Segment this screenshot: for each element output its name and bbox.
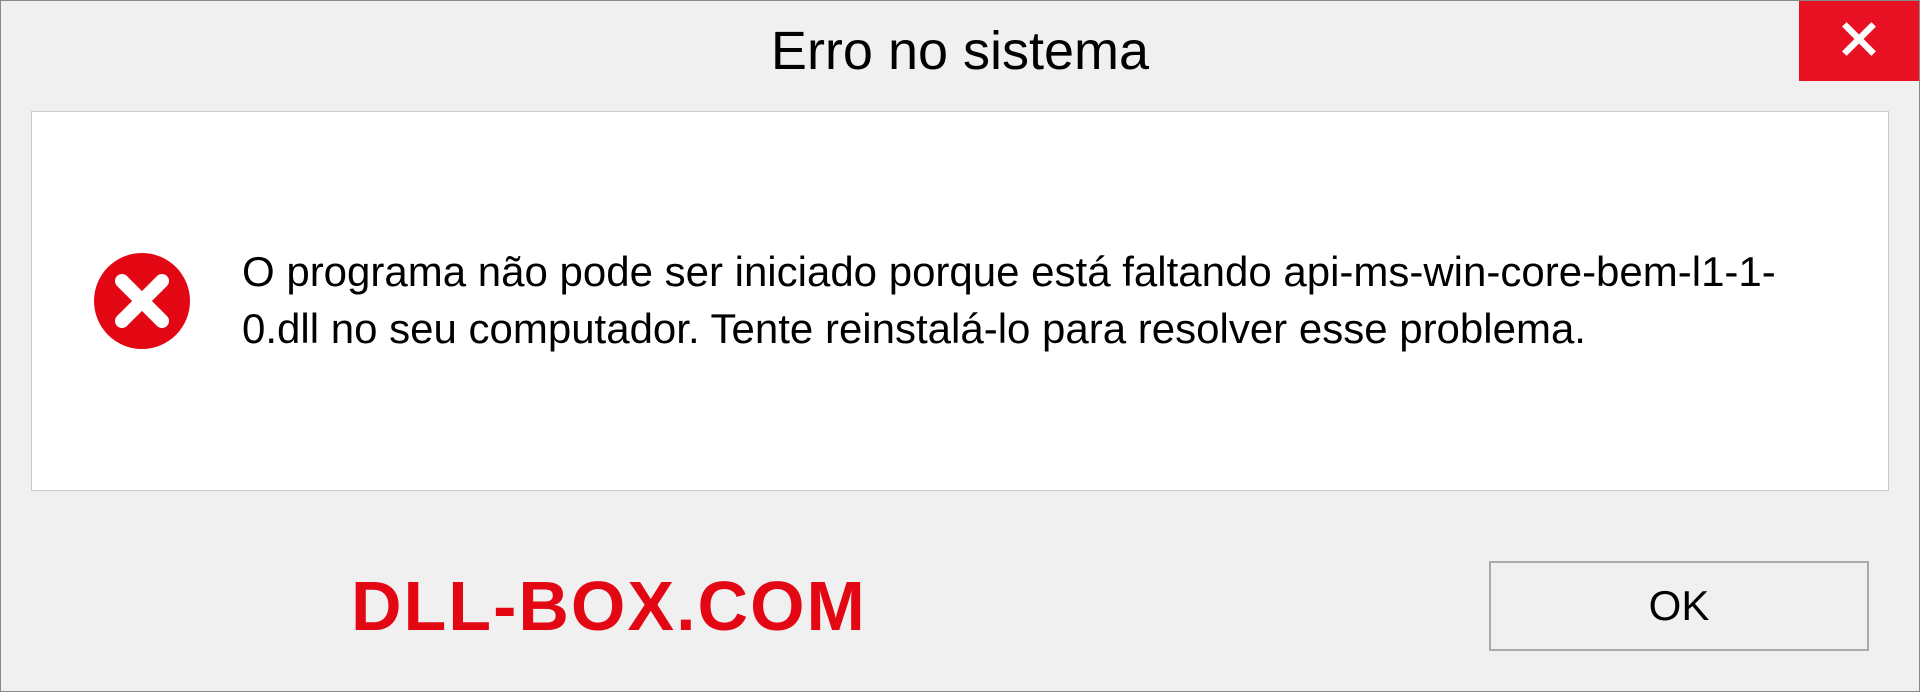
error-icon [92,251,192,351]
close-button[interactable] [1799,1,1919,81]
close-icon [1837,17,1881,66]
error-message: O programa não pode ser iniciado porque … [242,244,1828,357]
content-panel: O programa não pode ser iniciado porque … [31,111,1889,491]
watermark-text: DLL-BOX.COM [351,566,867,646]
ok-button[interactable]: OK [1489,561,1869,651]
titlebar: Erro no sistema [1,1,1919,101]
dialog-title: Erro no sistema [771,20,1149,82]
footer: DLL-BOX.COM OK [1,521,1919,691]
